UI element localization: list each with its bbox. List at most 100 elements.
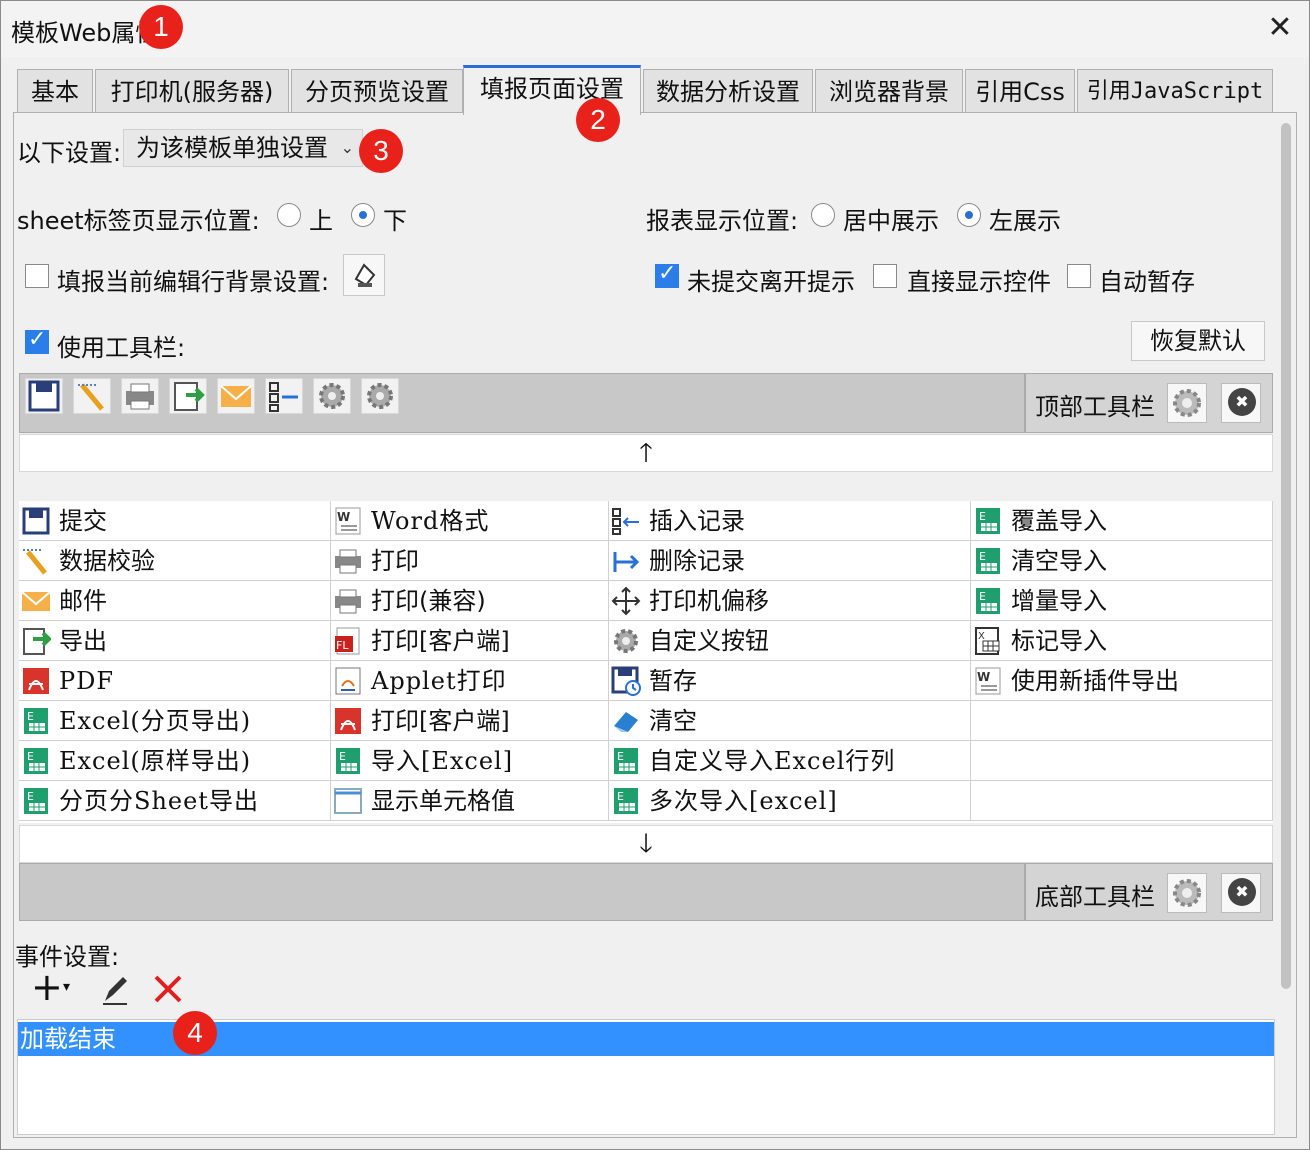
- tab-printer-server[interactable]: 打印机(服务器): [95, 69, 289, 113]
- svg-text:E: E: [617, 750, 624, 763]
- grid-button-item[interactable]: 清空: [609, 701, 971, 741]
- toolbar-export-icon[interactable]: [169, 378, 207, 414]
- grid-button-item[interactable]: 删除记录: [609, 541, 971, 581]
- grid-button-item[interactable]: 打印: [331, 541, 609, 581]
- grid-button-item[interactable]: 显示单元格值: [331, 781, 609, 821]
- toolbar-save-icon[interactable]: [25, 378, 63, 414]
- toolbar-validate-icon[interactable]: [73, 378, 111, 414]
- tab-data-analysis[interactable]: 数据分析设置: [643, 69, 813, 113]
- excel-icon: E: [973, 506, 1003, 536]
- edit-event-button[interactable]: [99, 971, 131, 1007]
- tab-ref-css[interactable]: 引用Css: [965, 69, 1075, 113]
- grid-button-item[interactable]: 打印机偏移: [609, 581, 971, 621]
- report-pos-left-radio[interactable]: [957, 203, 981, 227]
- bottom-toolbar-drop-area[interactable]: [19, 863, 1025, 921]
- toolbar-mail-icon[interactable]: [217, 378, 255, 414]
- grid-button-item[interactable]: E 分页分Sheet导出: [19, 781, 331, 821]
- unsubmitted-prompt-checkbox[interactable]: [655, 261, 679, 288]
- add-event-button[interactable]: +: [31, 967, 63, 1007]
- delete-event-button[interactable]: [151, 969, 185, 1007]
- tab-ref-javascript[interactable]: 引用JavaScript: [1077, 69, 1273, 113]
- show-widget-checkbox[interactable]: [873, 264, 897, 288]
- grid-button-item[interactable]: 导出: [19, 621, 331, 661]
- bottom-toolbar-remove-button[interactable]: [1221, 873, 1261, 913]
- callout-badge-1: 1: [139, 5, 183, 49]
- use-toolbar-label: 使用工具栏:: [57, 334, 186, 362]
- grid-button-label: 多次导入[excel]: [649, 787, 838, 815]
- grid-button-item[interactable]: 打印(兼容): [331, 581, 609, 621]
- sheet-pos-top-radio[interactable]: [277, 203, 301, 227]
- grid-button-item[interactable]: 提交: [19, 501, 331, 541]
- grid-button-item[interactable]: 邮件: [19, 581, 331, 621]
- move-down-arrow[interactable]: 🡓: [19, 825, 1273, 863]
- tab-pagination-preview[interactable]: 分页预览设置: [291, 69, 463, 113]
- pdf-icon: [333, 706, 363, 736]
- grid-button-item[interactable]: E Excel(分页导出): [19, 701, 331, 741]
- toolbar-gear-icon[interactable]: [313, 378, 351, 414]
- grid-button-item[interactable]: E 覆盖导入: [971, 501, 1273, 541]
- grid-button-item[interactable]: E Excel(原样导出): [19, 741, 331, 781]
- grid-button-label: 删除记录: [649, 547, 745, 575]
- grid-empty-cell: [971, 781, 1273, 821]
- insert-record-icon: [611, 506, 641, 536]
- grid-button-item[interactable]: 插入记录: [609, 501, 971, 541]
- excel-icon: E: [611, 786, 641, 816]
- grid-button-label: 插入记录: [649, 507, 745, 535]
- grid-button-item[interactable]: FL 打印[客户端]: [331, 621, 609, 661]
- close-icon[interactable]: ✕: [1263, 9, 1297, 47]
- cell-icon: [333, 786, 363, 816]
- svg-text:E: E: [27, 790, 34, 803]
- fl-print-icon: FL: [333, 626, 363, 656]
- paint-bucket-button[interactable]: [343, 254, 385, 296]
- add-dropdown-caret-icon[interactable]: ▾: [63, 979, 70, 995]
- sheet-pos-bottom-radio[interactable]: [351, 203, 375, 227]
- report-pos-center-radio[interactable]: [811, 203, 835, 227]
- grid-button-item[interactable]: E 自定义导入Excel行列: [609, 741, 971, 781]
- autosave-checkbox[interactable]: [1067, 264, 1091, 288]
- use-toolbar-checkbox[interactable]: [25, 327, 49, 354]
- grid-button-item[interactable]: 暂存: [609, 661, 971, 701]
- grid-button-item[interactable]: 自定义按钮: [609, 621, 971, 661]
- gear-icon: [1173, 879, 1201, 907]
- window-title: 模板Web属性: [11, 19, 160, 47]
- panel-scrollbar[interactable]: [1277, 119, 1295, 1133]
- grid-button-item[interactable]: PDF: [19, 661, 331, 701]
- move-up-arrow[interactable]: 🡑: [19, 434, 1273, 472]
- tab-browser-background[interactable]: 浏览器背景: [815, 69, 963, 113]
- row-bg-checkbox[interactable]: [25, 264, 49, 288]
- grid-button-item[interactable]: W Word格式: [331, 501, 609, 541]
- grid-button-label: Word格式: [371, 507, 490, 535]
- top-toolbar-remove-button[interactable]: [1221, 383, 1261, 423]
- grid-button-item[interactable]: X 标记导入: [971, 621, 1273, 661]
- grid-button-item[interactable]: W 使用新插件导出: [971, 661, 1273, 701]
- grid-button-label: 清空: [649, 707, 697, 735]
- top-toolbar-settings-button[interactable]: [1167, 383, 1207, 423]
- title-bar: 模板Web属性 ✕: [1, 1, 1309, 57]
- grid-button-item[interactable]: E 增量导入: [971, 581, 1273, 621]
- scrollbar-thumb[interactable]: [1281, 123, 1291, 989]
- sheet-pos-bottom-label: 下: [383, 207, 407, 235]
- tab-basic[interactable]: 基本: [17, 69, 93, 113]
- grid-button-item[interactable]: 打印[客户端]: [331, 701, 609, 741]
- eraser-icon: [611, 706, 641, 736]
- toolbar-insert-record-icon[interactable]: [265, 378, 303, 414]
- delete-record-icon: [611, 546, 641, 576]
- grid-button-label: 清空导入: [1011, 547, 1107, 575]
- grid-button-item[interactable]: E 导入[Excel]: [331, 741, 609, 781]
- dialog-window: 模板Web属性 ✕ 1 基本 打印机(服务器) 分页预览设置 填报页面设置 数据…: [0, 0, 1310, 1150]
- restore-default-button[interactable]: 恢复默认: [1131, 321, 1265, 361]
- excel-icon: E: [333, 746, 363, 776]
- grid-button-item[interactable]: 数据校验: [19, 541, 331, 581]
- grid-button-label: 导出: [59, 627, 107, 655]
- pencil-icon: [103, 977, 127, 1005]
- grid-button-item[interactable]: E 清空导入: [971, 541, 1273, 581]
- grid-button-label: 标记导入: [1011, 627, 1107, 655]
- toolbar-gear-icon[interactable]: [361, 378, 399, 414]
- grid-button-label: PDF: [59, 667, 115, 695]
- bottom-toolbar-settings-button[interactable]: [1167, 873, 1207, 913]
- grid-button-item[interactable]: Applet打印: [331, 661, 609, 701]
- save-icon: [21, 506, 51, 536]
- toolbar-print-icon[interactable]: [121, 378, 159, 414]
- grid-button-item[interactable]: E 多次导入[excel]: [609, 781, 971, 821]
- scope-select[interactable]: 为该模板单独设置 ⌄: [123, 129, 363, 167]
